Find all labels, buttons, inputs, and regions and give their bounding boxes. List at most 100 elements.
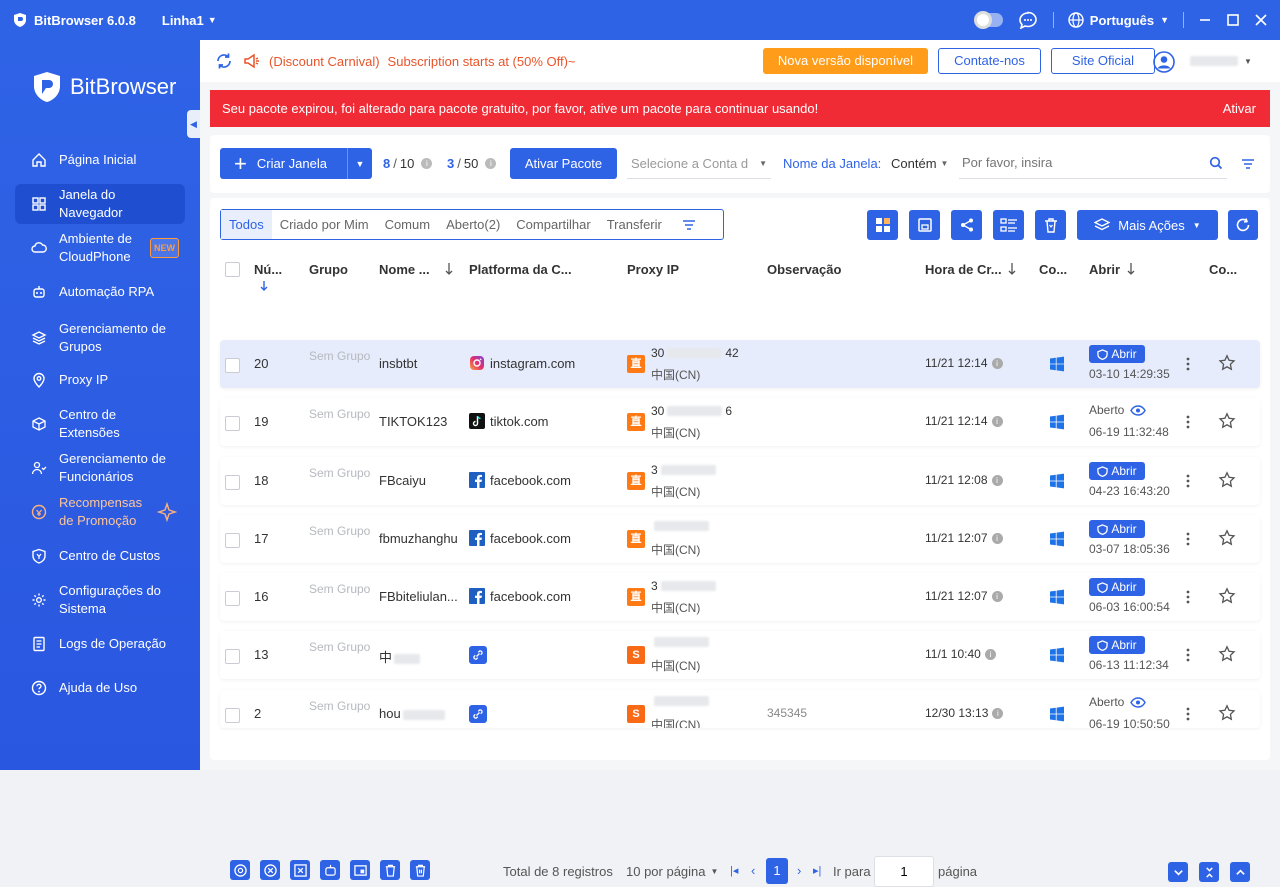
select-all-checkbox[interactable] bbox=[225, 262, 240, 277]
footer-clear-cache-button[interactable] bbox=[380, 860, 400, 880]
col-created[interactable]: Hora de Cr... bbox=[925, 262, 1002, 277]
star-icon[interactable] bbox=[1218, 529, 1236, 547]
more-vertical-icon[interactable] bbox=[1186, 357, 1190, 371]
minimize-icon[interactable] bbox=[1198, 13, 1212, 27]
row-checkbox[interactable] bbox=[225, 475, 240, 490]
star-icon[interactable] bbox=[1218, 645, 1236, 663]
last-page-icon[interactable]: ▸| bbox=[813, 864, 821, 877]
row-checkbox[interactable] bbox=[225, 358, 240, 373]
scroll-up-button[interactable] bbox=[1230, 862, 1250, 882]
activate-link[interactable]: Ativar bbox=[1223, 101, 1256, 116]
col-proxy[interactable]: Proxy IP bbox=[627, 262, 679, 277]
more-vertical-icon[interactable] bbox=[1186, 707, 1190, 721]
footer-chrome-button[interactable] bbox=[230, 860, 250, 880]
first-page-icon[interactable]: |◂ bbox=[730, 864, 738, 877]
star-icon[interactable] bbox=[1218, 704, 1236, 722]
sidebar-item-home[interactable]: Página Inicial bbox=[15, 148, 185, 172]
col-actions[interactable]: Co... bbox=[1209, 262, 1237, 277]
row-name[interactable]: FBcaiyu bbox=[379, 473, 426, 488]
tab-common[interactable]: Comum bbox=[377, 217, 439, 232]
star-icon[interactable] bbox=[1218, 354, 1236, 372]
row-name[interactable]: fbmuzhanghu bbox=[379, 531, 458, 546]
tab-shared[interactable]: Compartilhar bbox=[508, 217, 598, 232]
sidebar-item-rpa[interactable]: Automação RPA bbox=[15, 280, 185, 304]
tab-all[interactable]: Todos bbox=[221, 210, 272, 239]
scroll-down-button[interactable] bbox=[1168, 862, 1188, 882]
tab-filter-icon[interactable] bbox=[682, 219, 696, 231]
more-vertical-icon[interactable] bbox=[1186, 648, 1190, 662]
more-vertical-icon[interactable] bbox=[1186, 415, 1190, 429]
sidebar-item-logs[interactable]: Logs de Operação bbox=[15, 632, 185, 656]
support-chat-icon[interactable] bbox=[1017, 11, 1039, 29]
row-name[interactable]: insbtbt bbox=[379, 356, 417, 371]
row-checkbox[interactable] bbox=[225, 416, 240, 431]
row-checkbox[interactable] bbox=[225, 533, 240, 548]
row-note[interactable]: 345345 bbox=[767, 706, 807, 720]
prev-page-icon[interactable]: ‹ bbox=[751, 863, 755, 878]
sidebar-item-extensions[interactable]: Centro de Extensões bbox=[15, 404, 185, 444]
col-os[interactable]: Co... bbox=[1039, 262, 1067, 277]
eye-icon[interactable] bbox=[1130, 696, 1147, 708]
tab-opened[interactable]: Aberto(2) bbox=[438, 217, 508, 232]
table-row[interactable]: 18 Sem Grupo FBcaiyu facebook.com 直 3 中国(CN) 11… bbox=[220, 457, 1260, 505]
page-size-select[interactable]: 10 por página ▼ bbox=[626, 864, 718, 879]
open-button[interactable]: Abrir bbox=[1089, 345, 1145, 363]
open-button[interactable]: Abrir bbox=[1089, 578, 1145, 596]
match-select[interactable]: Contém ▼ bbox=[891, 156, 948, 171]
table-row[interactable]: 19 Sem Grupo TIKTOK123 tiktok.com 直 30 6 中国(CN)… bbox=[220, 398, 1260, 446]
footer-rpa-button[interactable] bbox=[320, 860, 340, 880]
reload-list-button[interactable] bbox=[1228, 210, 1258, 240]
official-site-button[interactable]: Site Oficial bbox=[1051, 48, 1155, 74]
sort-arrow-icon[interactable] bbox=[444, 262, 454, 276]
share-button[interactable] bbox=[951, 210, 982, 240]
collapse-sidebar-button[interactable]: ◀ bbox=[187, 110, 200, 138]
sidebar-item-browser-window[interactable]: Janela do Navegador bbox=[15, 184, 185, 224]
goto-page-input[interactable] bbox=[874, 856, 934, 887]
language-selector[interactable]: Português ▼ bbox=[1068, 12, 1169, 28]
card-view-button[interactable] bbox=[867, 210, 898, 240]
more-vertical-icon[interactable] bbox=[1186, 590, 1190, 604]
row-name[interactable]: 中 bbox=[379, 647, 421, 666]
sidebar-item-settings[interactable]: Configurações do Sistema bbox=[15, 580, 185, 620]
table-row[interactable]: 17 Sem Grupo fbmuzhanghu facebook.com 直中国(CN… bbox=[220, 515, 1260, 563]
next-page-icon[interactable]: › bbox=[797, 863, 801, 878]
search-icon[interactable] bbox=[1209, 156, 1223, 170]
table-row[interactable]: 16 Sem Grupo FBbiteliulan... facebook.com 直 3… bbox=[220, 573, 1260, 621]
row-name[interactable]: hou bbox=[379, 706, 445, 721]
row-checkbox[interactable] bbox=[225, 708, 240, 723]
col-note[interactable]: Observação bbox=[767, 262, 841, 277]
maximize-icon[interactable] bbox=[1226, 13, 1240, 27]
activate-package-button[interactable]: Ativar Pacote bbox=[510, 148, 617, 179]
close-icon[interactable] bbox=[1254, 13, 1268, 27]
filter-icon[interactable] bbox=[1241, 158, 1255, 170]
col-name[interactable]: Nome ... bbox=[379, 262, 430, 277]
eye-icon[interactable] bbox=[1130, 404, 1147, 416]
list-view-button[interactable] bbox=[993, 210, 1024, 240]
star-icon[interactable] bbox=[1218, 471, 1236, 489]
table-row[interactable]: 13 Sem Grupo 中 S 中国(CN) 11/1 10:40 i Abrir 06-13… bbox=[220, 631, 1260, 679]
new-version-button[interactable]: Nova versão disponível bbox=[763, 48, 928, 74]
open-button[interactable]: Abrir bbox=[1089, 520, 1145, 538]
col-platform[interactable]: Platforma da C... bbox=[469, 262, 572, 277]
recycle-bin-button[interactable] bbox=[1035, 210, 1066, 240]
refresh-icon[interactable] bbox=[215, 52, 233, 70]
line-selector[interactable]: Linha1 ▼ bbox=[162, 13, 217, 28]
sidebar-item-help[interactable]: Ajuda de Uso bbox=[15, 676, 185, 700]
sidebar-item-costs[interactable]: Centro de Custos bbox=[15, 544, 185, 568]
row-name[interactable]: TIKTOK123 bbox=[379, 414, 447, 429]
row-checkbox[interactable] bbox=[225, 591, 240, 606]
sidebar-item-groups[interactable]: Gerenciamento de Grupos bbox=[15, 318, 185, 358]
sidebar-item-proxy[interactable]: Proxy IP bbox=[15, 368, 185, 392]
star-icon[interactable] bbox=[1218, 412, 1236, 430]
col-group[interactable]: Grupo bbox=[309, 262, 348, 277]
row-name[interactable]: FBbiteliulan... bbox=[379, 589, 458, 604]
account-select[interactable]: Selecione a Conta d ▼ bbox=[627, 148, 771, 179]
save-layout-button[interactable] bbox=[909, 210, 940, 240]
sidebar-item-employees[interactable]: Gerenciamento de Funcionários bbox=[15, 448, 185, 488]
collapse-rows-button[interactable] bbox=[1199, 862, 1219, 882]
more-vertical-icon[interactable] bbox=[1186, 474, 1190, 488]
page-1-button[interactable]: 1 bbox=[766, 858, 788, 884]
more-vertical-icon[interactable] bbox=[1186, 532, 1190, 546]
row-checkbox[interactable] bbox=[225, 649, 240, 664]
table-row[interactable]: 2 Sem Grupo hou S 中国(CN) 345345 12/30 13:13 i Ab… bbox=[220, 690, 1260, 728]
